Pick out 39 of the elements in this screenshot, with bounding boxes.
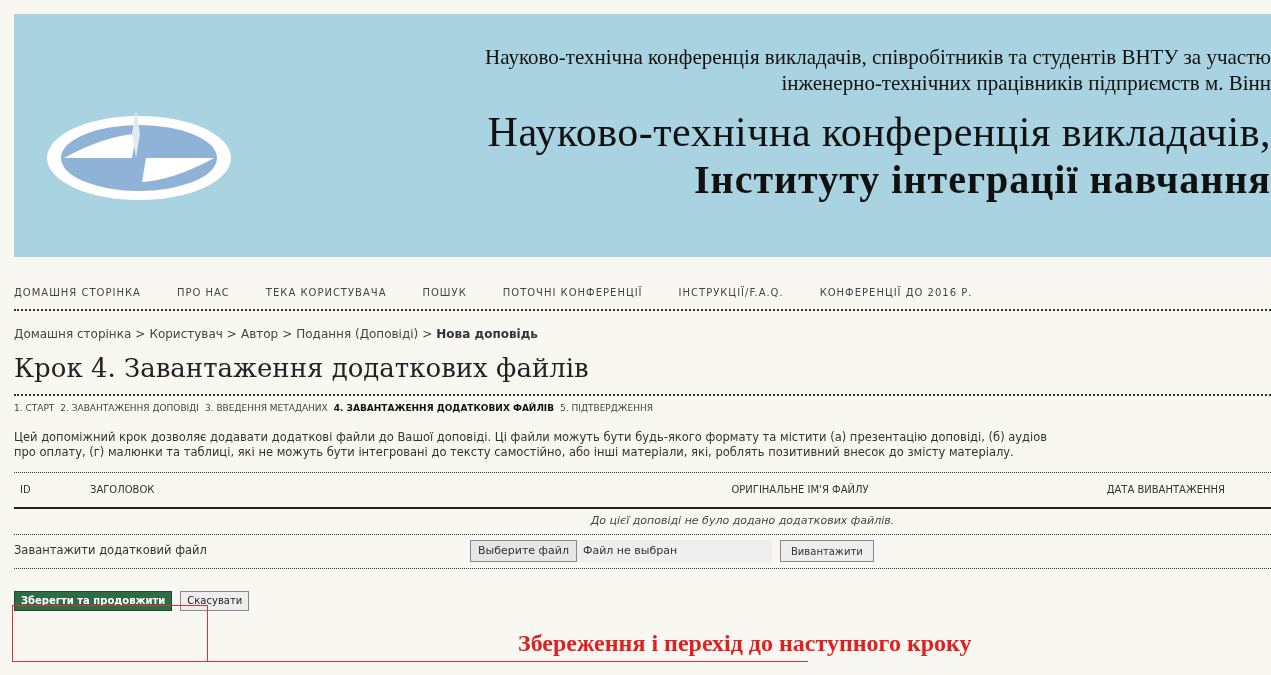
upload-label: Завантажити додатковий файл <box>14 542 208 560</box>
banner-title: Науково-технічна конференція викладачів, <box>487 108 1271 156</box>
file-input[interactable]: Выберите файл Файл не выбран <box>470 540 772 562</box>
column-header: ОРИГІНАЛЬНЕ ІМ'Я ФАЙЛУ <box>730 482 870 497</box>
breadcrumb-link[interactable]: Подання (Доповіді) <box>296 325 419 343</box>
banner-subtitle: інженерно-технічних працівників підприємств м. Вінн <box>781 70 1271 96</box>
nav-link[interactable]: ТЕКА КОРИСТУВАЧА <box>265 285 387 300</box>
nav-link[interactable]: ДОМАШНЯ СТОРІНКА <box>14 285 141 300</box>
empty-table-message: До цієї доповіді не було додано додаткових файлів. <box>590 512 895 529</box>
breadcrumb-link[interactable]: Користувач <box>149 325 223 343</box>
breadcrumb-separator: > <box>226 326 237 343</box>
nav-link[interactable]: ІНСТРУКЦІЇ/F.A.Q. <box>678 285 784 300</box>
breadcrumb-separator: > <box>135 326 146 343</box>
nav-link[interactable]: ПОШУК <box>422 285 467 300</box>
breadcrumb-link[interactable]: Домашня сторінка <box>14 325 132 343</box>
banner-title: Інституту інтеграції навчання <box>694 156 1271 204</box>
breadcrumb-separator: > <box>422 326 433 343</box>
step-link[interactable]: 1. СТАРТ <box>14 402 55 416</box>
breadcrumb-link[interactable]: Автор <box>240 325 279 343</box>
step-link[interactable]: 5. ПІДТВЕРДЖЕННЯ <box>560 402 653 416</box>
column-header: ЗАГОЛОВОК <box>90 483 156 497</box>
step-link[interactable]: 4. ЗАВАНТАЖЕННЯ ДОДАТКОВИХ ФАЙЛІВ <box>333 402 555 416</box>
step-link[interactable]: 2. ЗАВАНТАЖЕННЯ ДОПОВІДІ <box>60 402 199 416</box>
column-header: ДАТА ВИВАНТАЖЕННЯ <box>1105 483 1226 497</box>
description-text: про оплату, (г) малюнки та таблиці, які не можуть бути інтегровані до тексту самостійно, або інші матеріали, які, роблять позитивний внесок до змісту матеріалу. <box>14 444 1015 460</box>
description-text: Цей допоміжний крок дозволяє додавати додаткові файли до Вашої доповіді. Ці файли можуть бути будь-якого формату та містити (а) презентацію доповіді, (б) аудіов <box>14 429 1049 445</box>
breadcrumb-current: Нова доповідь <box>436 326 538 343</box>
nav-link[interactable]: ПОТОЧНІ КОНФЕРЕНЦІЇ <box>502 285 643 300</box>
column-header: ID <box>19 483 32 497</box>
step-link[interactable]: 3. ВВЕДЕННЯ МЕТАДАНИХ <box>204 402 328 416</box>
breadcrumb-separator: > <box>282 326 293 343</box>
upload-button[interactable]: Вивантажити <box>780 540 874 562</box>
banner-subtitle: Науково-технічна конференція викладачів, співробітників та студентів ВНТУ за участю <box>484 44 1271 70</box>
nav-link[interactable]: ПРО НАС <box>176 285 230 300</box>
annotation-text: Збереження і перехід до наступного кроку <box>518 629 972 658</box>
save-continue-button[interactable]: Зберегти та продовжити <box>14 590 173 611</box>
nav-link[interactable]: КОНФЕРЕНЦІЇ ДО 2016 Р. <box>819 285 973 300</box>
page-heading: Крок 4. Завантаження додаткових файлів <box>14 352 590 385</box>
cancel-button[interactable]: Скасувати <box>180 590 250 611</box>
